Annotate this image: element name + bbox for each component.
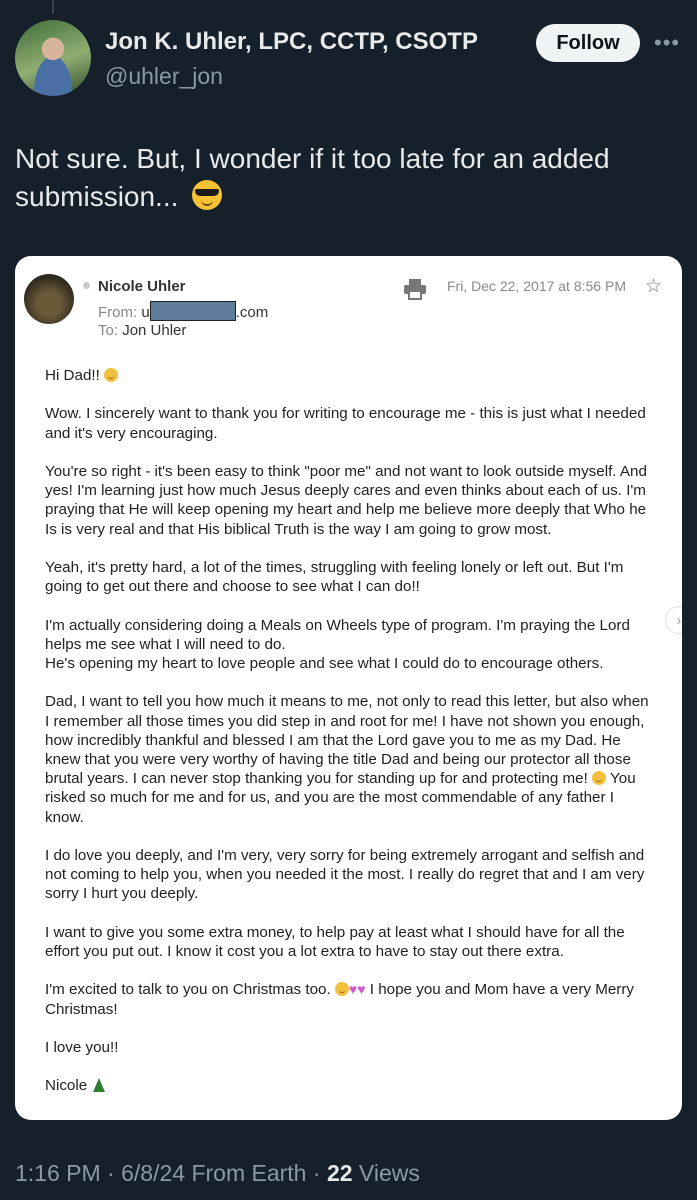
email-greeting: Hi Dad!!: [45, 366, 655, 385]
from-prefix: u: [141, 304, 150, 321]
hug-emoji-icon: [334, 982, 349, 997]
hug-emoji-icon: [592, 771, 607, 786]
email-paragraph-4: I'm actually considering doing a Meals o…: [45, 616, 655, 674]
email-screenshot-image[interactable]: Nicole Uhler From: u .com To: Jon Uhler F…: [15, 256, 682, 1120]
tweet-date[interactable]: 6/8/24: [121, 1160, 185, 1186]
heart-icon: ♥: [357, 981, 366, 998]
to-label: To:: [98, 322, 119, 339]
email-paragraph-6: I do love you deeply, and I'm very, very…: [45, 846, 645, 903]
email-paragraph-2: You're so right - it's been easy to thin…: [45, 462, 647, 538]
heart-icon: ♥: [348, 981, 358, 998]
email-paragraph-7: I want to give you some extra money, to …: [45, 923, 625, 960]
follow-button[interactable]: Follow: [536, 24, 640, 62]
sunglasses-emoji-icon: [192, 180, 223, 210]
paragraph-5-part-1: Dad, I want to tell you how much it mean…: [45, 693, 649, 788]
paragraph-4-line-1: I'm actually considering doing a Meals o…: [45, 616, 630, 653]
christmas-tree-icon: [93, 1078, 106, 1093]
email-paragraph-5: Dad, I want to tell you how much it mean…: [45, 692, 655, 826]
from-suffix: .com: [235, 304, 269, 321]
sender-name: Nicole Uhler: [98, 278, 186, 295]
status-dot: [83, 282, 90, 289]
email-signature: Nicole: [45, 1076, 655, 1095]
to-line: To: Jon Uhler: [98, 322, 186, 339]
from-label: From:: [98, 304, 138, 321]
more-horizontal-icon[interactable]: •••: [654, 30, 680, 56]
email-paragraph-9: I love you!!: [45, 1038, 119, 1056]
paragraph-4-line-2: He's opening my heart to love people and…: [45, 654, 604, 672]
author-avatar[interactable]: [15, 20, 91, 96]
star-icon: ☆: [645, 276, 663, 297]
redaction-box: [149, 301, 236, 321]
email-paragraph-8: I'm excited to talk to you on Christmas …: [45, 980, 655, 1018]
print-icon: [404, 279, 426, 300]
signature-text: Nicole: [45, 1077, 88, 1095]
email-paragraph-3: Yeah, it's pretty hard, a lot of the tim…: [45, 558, 624, 596]
paragraph-8-part-1: I'm excited to talk to you on Christmas …: [45, 981, 331, 999]
from-line: From: u .com: [98, 301, 268, 321]
tweet-text-content: Not sure. But, I wonder if it too late f…: [15, 143, 610, 212]
author-handle[interactable]: @uhler_jon: [105, 63, 223, 90]
thread-connector-line: [52, 0, 54, 14]
email-paragraph-1: Wow. I sincerely want to thank you for w…: [45, 405, 646, 442]
email-date: Fri, Dec 22, 2017 at 8:56 PM: [447, 278, 626, 294]
email-body: Hi Dad!! Wow. I sincerely want to thank …: [45, 366, 655, 1115]
greeting-text: Hi Dad!!: [45, 367, 100, 384]
tweet-source: From Earth: [191, 1160, 307, 1186]
tweet-time[interactable]: 1:16 PM: [15, 1160, 101, 1186]
smile-emoji-icon: [104, 368, 119, 382]
views-count[interactable]: 22: [327, 1160, 353, 1186]
views-label[interactable]: Views: [359, 1160, 420, 1186]
chevron-right-icon[interactable]: ›: [665, 606, 682, 634]
tweet-meta: 1:16 PM · 6/8/24 From Earth · 22 Views: [15, 1160, 420, 1186]
author-name[interactable]: Jon K. Uhler, LPC, CCTP, CSOTP: [105, 28, 478, 56]
tweet-text: Not sure. But, I wonder if it too late f…: [15, 140, 675, 216]
sender-avatar: [24, 274, 74, 324]
to-value: Jon Uhler: [122, 322, 187, 339]
